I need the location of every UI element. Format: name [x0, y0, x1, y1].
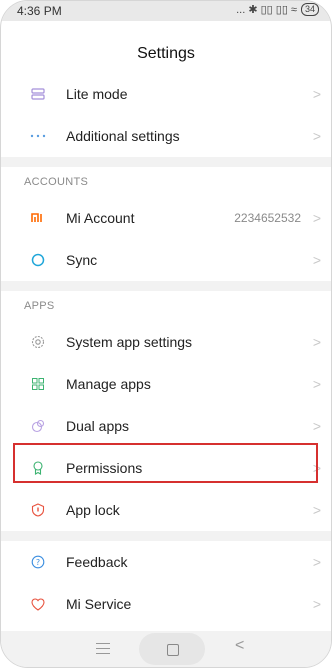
status-time: 4:36 PM — [17, 4, 62, 18]
gear-icon — [28, 332, 48, 352]
row-system-app-settings[interactable]: System app settings > — [1, 321, 331, 363]
chevron-right-icon: > — [312, 460, 321, 476]
row-label: Permissions — [66, 460, 143, 476]
signal-icon: ... ✱ ▯▯ ▯▯ ≈ — [236, 4, 297, 16]
chevron-right-icon: > — [312, 334, 321, 350]
row-feedback[interactable]: ? Feedback > — [1, 541, 331, 583]
chevron-right-icon: > — [312, 128, 321, 144]
chevron-right-icon: > — [312, 596, 321, 612]
page-title: Settings — [137, 45, 195, 62]
row-app-lock[interactable]: App lock > — [1, 489, 331, 531]
phone-frame: 4:36 PM ... ✱ ▯▯ ▯▯ ≈ 34 Settings Lite m… — [0, 0, 332, 668]
heart-icon — [28, 594, 48, 614]
navigation-bar: < — [1, 631, 331, 667]
row-label: Dual apps — [66, 418, 130, 434]
chevron-right-icon: > — [312, 86, 321, 102]
row-mi-account[interactable]: Mi Account 2234652532 > — [1, 197, 331, 239]
chevron-right-icon: > — [312, 252, 321, 268]
row-label: Manage apps — [66, 376, 151, 392]
row-additional-settings[interactable]: Additional settings > — [1, 115, 331, 157]
dual-apps-icon — [28, 416, 48, 436]
settings-list: Lite mode > Additional settings > ACCOUN… — [1, 73, 331, 625]
chevron-right-icon: > — [312, 376, 321, 392]
section-divider — [1, 281, 331, 291]
lite-mode-icon — [28, 84, 48, 104]
lock-icon — [28, 500, 48, 520]
row-label: Mi Account — [66, 210, 135, 226]
grid-icon — [28, 374, 48, 394]
header: Settings — [1, 31, 331, 77]
help-icon: ? — [28, 552, 48, 572]
back-icon[interactable]: < — [235, 637, 244, 655]
menu-icon[interactable] — [96, 639, 110, 655]
mi-logo-icon — [28, 208, 48, 228]
more-dots-icon — [28, 126, 48, 146]
section-header-apps: APPS — [24, 300, 55, 312]
status-icons: ... ✱ ▯▯ ▯▯ ≈ 34 — [236, 3, 319, 16]
svg-text:?: ? — [36, 558, 40, 567]
row-lite-mode[interactable]: Lite mode > — [1, 73, 331, 115]
chevron-right-icon: > — [312, 210, 321, 226]
row-manage-apps[interactable]: Manage apps > — [1, 363, 331, 405]
row-label: Mi Service — [66, 596, 132, 612]
battery-icon: 34 — [300, 3, 319, 16]
status-bar: 4:36 PM ... ✱ ▯▯ ▯▯ ≈ 34 — [1, 1, 331, 21]
row-dual-apps[interactable]: Dual apps > — [1, 405, 331, 447]
row-permissions[interactable]: Permissions > — [1, 447, 331, 489]
chevron-right-icon: > — [312, 418, 321, 434]
home-button[interactable] — [139, 633, 205, 665]
section-header-accounts: ACCOUNTS — [24, 176, 89, 188]
row-label: System app settings — [66, 334, 193, 350]
home-square-icon — [167, 644, 179, 656]
sync-icon — [28, 250, 48, 270]
row-mi-service[interactable]: Mi Service > — [1, 583, 331, 625]
chevron-right-icon: > — [312, 502, 321, 518]
row-label: Additional settings — [66, 128, 180, 144]
row-label: Lite mode — [66, 86, 128, 102]
permissions-icon — [28, 458, 48, 478]
row-sync[interactable]: Sync > — [1, 239, 331, 281]
section-divider — [1, 157, 331, 167]
row-label: Feedback — [66, 554, 128, 570]
chevron-right-icon: > — [312, 554, 321, 570]
row-label: Sync — [66, 252, 98, 268]
row-label: App lock — [66, 502, 120, 518]
account-id: 2234652532 — [234, 211, 301, 225]
section-divider — [1, 531, 331, 541]
